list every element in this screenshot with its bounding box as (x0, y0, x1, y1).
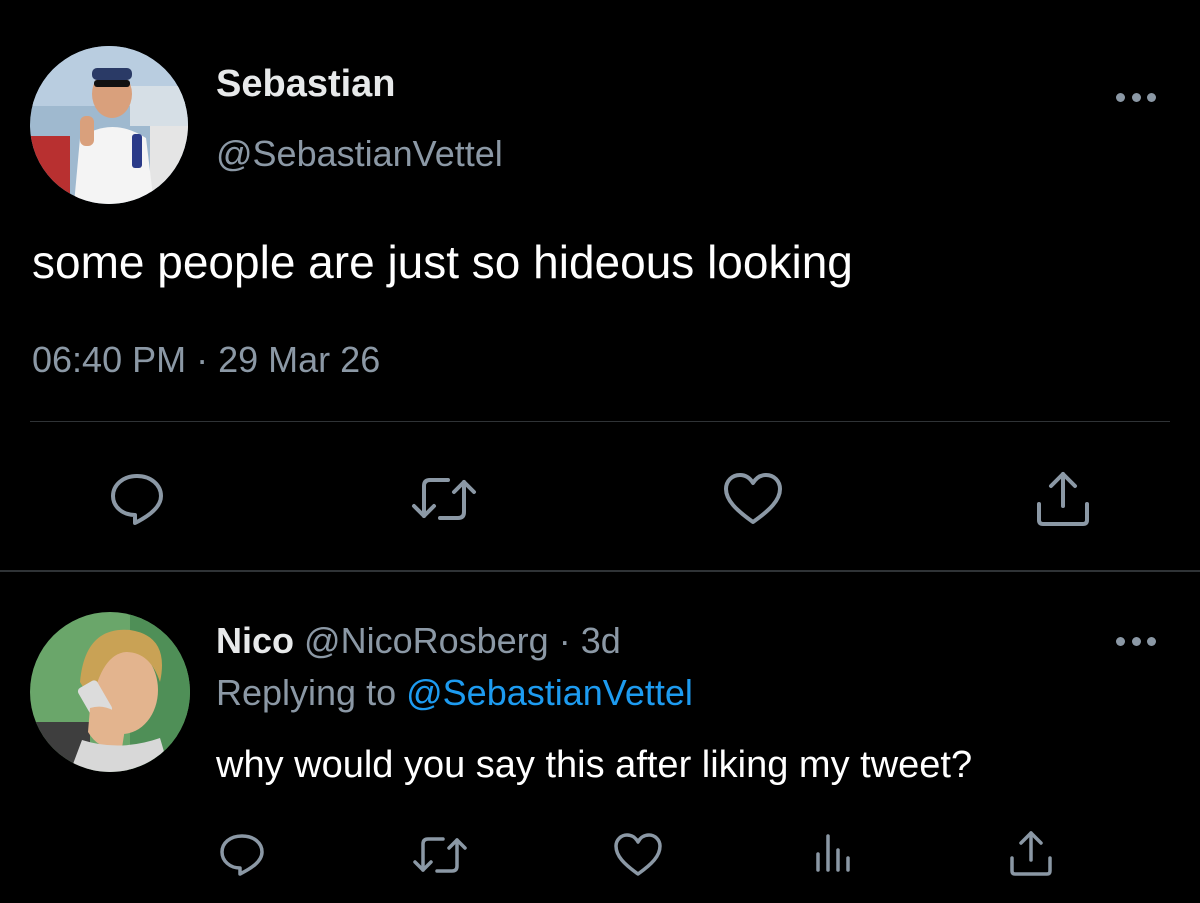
analytics-icon[interactable] (812, 830, 854, 876)
replying-to-mention-link[interactable]: @SebastianVettel (406, 672, 693, 713)
reply-header: Nico @NicoRosberg · 3d (216, 618, 621, 664)
replying-to-line: Replying to @SebastianVettel (216, 670, 693, 716)
more-dot (1131, 92, 1141, 102)
author-display-name[interactable]: Sebastian (216, 62, 396, 106)
more-dot (1116, 92, 1125, 102)
more-horizontal-icon[interactable] (1116, 626, 1156, 656)
author-handle[interactable]: @SebastianVettel (216, 132, 503, 176)
tweet-text: some people are just so hideous looking (32, 236, 853, 288)
replying-prefix: Replying to (216, 672, 397, 713)
more-horizontal-icon[interactable] (1116, 80, 1156, 114)
tweet-time: 06:40 PM (32, 339, 187, 380)
share-icon[interactable] (1034, 468, 1092, 528)
reply-icon[interactable] (218, 832, 266, 878)
retweet-icon[interactable] (408, 474, 480, 524)
heart-icon[interactable] (722, 472, 784, 526)
reply-author-handle[interactable]: @NicoRosberg (304, 620, 549, 661)
tweet-timestamp[interactable]: 06:40 PM · 29 Mar 26 (32, 336, 380, 384)
heart-icon[interactable] (612, 832, 664, 878)
section-divider (0, 570, 1200, 572)
more-dot (1131, 636, 1141, 646)
divider (30, 421, 1170, 422)
tweet-date: 29 Mar 26 (218, 339, 381, 380)
more-dot (1116, 636, 1125, 646)
nico-avatar[interactable] (30, 612, 190, 772)
share-icon[interactable] (1008, 828, 1054, 878)
reply-age: 3d (580, 620, 621, 661)
sebastian-avatar[interactable] (30, 46, 188, 204)
meta-separator: · (558, 620, 571, 661)
reply-author-name[interactable]: Nico (216, 620, 294, 661)
reply-text: why would you say this after liking my t… (216, 744, 973, 786)
more-dot (1147, 636, 1156, 646)
more-dot (1147, 92, 1156, 102)
retweet-icon[interactable] (410, 834, 470, 876)
meta-separator: · (196, 339, 209, 380)
reply-icon[interactable] (108, 472, 166, 526)
